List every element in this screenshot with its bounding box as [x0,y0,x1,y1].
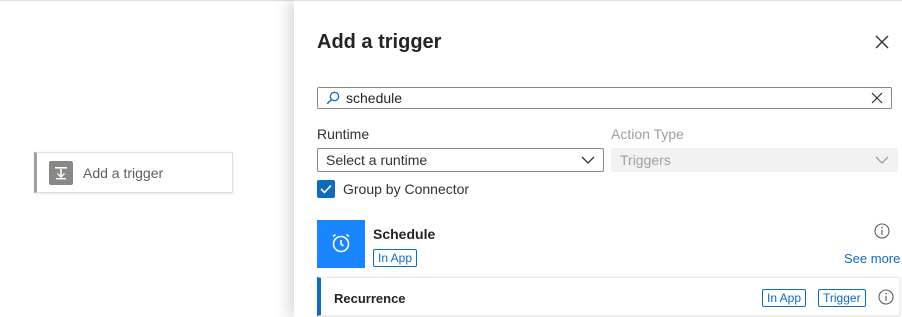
runtime-label: Runtime [317,126,370,142]
panel-title: Add a trigger [317,31,442,53]
trigger-badge: Trigger [818,289,866,307]
action-type-dropdown: Triggers [611,148,898,172]
trigger-icon [49,160,73,185]
info-icon[interactable] [878,289,894,305]
add-trigger-placeholder-card[interactable]: Add a trigger [34,152,233,193]
runtime-dropdown[interactable]: Select a runtime [317,148,604,172]
schedule-connector-tile[interactable] [317,220,365,268]
close-icon [875,35,889,52]
add-trigger-panel: Add a trigger Runtime Action Type Select… [294,0,902,317]
connector-name[interactable]: Schedule [373,226,435,242]
search-box[interactable] [317,87,892,109]
clear-icon [871,92,883,104]
alarm-clock-icon [329,231,353,258]
runtime-dropdown-value: Select a runtime [326,152,428,168]
clear-search-button[interactable] [869,90,885,106]
runtime-badge: In App [762,289,807,307]
group-by-connector-label: Group by Connector [343,181,470,197]
group-by-connector-checkbox[interactable]: Group by Connector [317,180,469,198]
chevron-down-icon [875,152,889,168]
see-more-link[interactable]: See more [844,251,900,266]
trigger-placeholder-label: Add a trigger [83,164,164,181]
search-input[interactable] [346,88,869,108]
info-icon[interactable] [874,223,890,239]
designer-canvas: Add a trigger [0,0,294,317]
search-icon [325,90,341,106]
checkmark-icon [317,180,335,198]
action-type-dropdown-value: Triggers [620,152,671,168]
action-type-label: Action Type [611,126,684,142]
runtime-badge: In App [373,249,418,267]
chevron-down-icon [581,152,595,168]
operation-row-recurrence[interactable]: Recurrence In App Trigger [317,277,900,316]
close-button[interactable] [872,33,892,53]
operation-name: Recurrence [334,291,406,306]
